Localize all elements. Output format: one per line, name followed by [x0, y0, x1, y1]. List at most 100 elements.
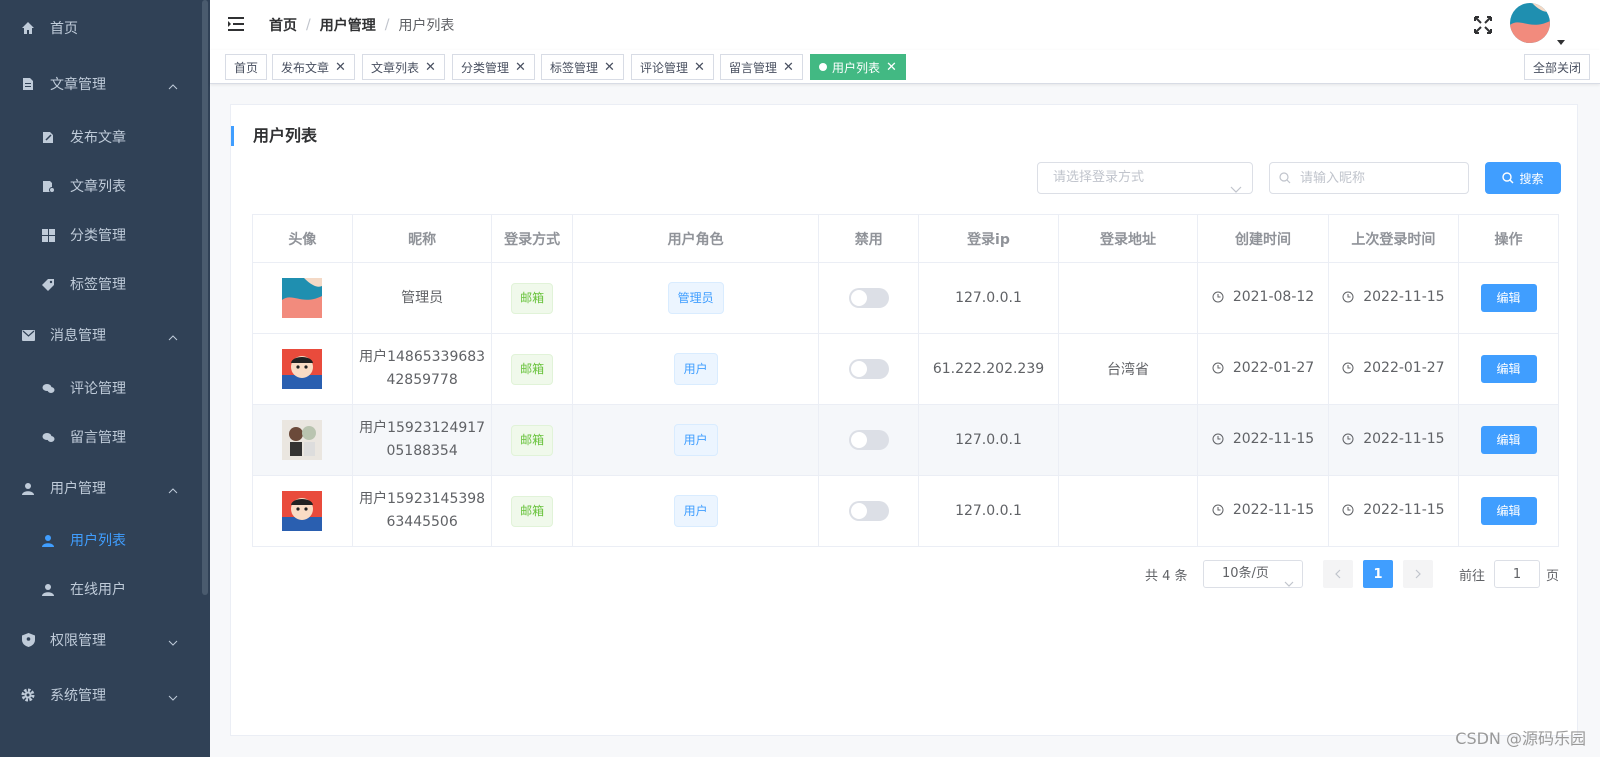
created-time: 2021-08-12: [1232, 289, 1315, 305]
chevron-down-icon: [1284, 571, 1294, 597]
tag-label: 分类管理: [461, 60, 510, 75]
login-type-select[interactable]: 请选择登录方式: [1037, 162, 1253, 194]
chevron-up-icon: [168, 329, 178, 345]
breadcrumb-item[interactable]: 用户管理: [320, 15, 376, 35]
chat-icon: [40, 429, 56, 445]
chevron-down-icon: [168, 689, 178, 705]
disable-switch[interactable]: [848, 359, 889, 379]
tag-comments[interactable]: 评论管理 ✕: [631, 54, 714, 80]
user-avatar[interactable]: [1510, 3, 1550, 43]
goto-suffix: 页: [1546, 568, 1560, 584]
nickname-search-input[interactable]: [1269, 162, 1469, 194]
page-title: 用户列表: [231, 126, 317, 146]
caret-down-icon[interactable]: [1557, 33, 1565, 49]
sidebar-item-label: 文章列表: [70, 179, 126, 195]
sidebar-item-label: 权限管理: [50, 633, 106, 649]
tag-label: 留言管理: [729, 60, 778, 75]
clock-icon: [1342, 291, 1354, 303]
edit-button[interactable]: 编辑: [1480, 284, 1537, 312]
nickname: 用户1592314539863445506: [359, 491, 486, 530]
sidebar-item-category[interactable]: 分类管理: [0, 210, 200, 260]
tags-view: 首页 发布文章 ✕ 文章列表 ✕ 分类管理 ✕ 标签管理 ✕ 评论管理 ✕ 留言管理 ✕ 用…: [210, 50, 1600, 84]
goto-page-input[interactable]: [1494, 560, 1540, 588]
tag-user-list-active[interactable]: 用户列表 ✕: [810, 54, 906, 80]
hamburger-icon[interactable]: [228, 17, 244, 35]
shield-icon: [20, 632, 36, 648]
sidebar-item-guestbook[interactable]: 留言管理: [0, 412, 200, 462]
close-all-button[interactable]: 全部关闭: [1524, 54, 1591, 80]
fullscreen-icon[interactable]: [1474, 16, 1492, 38]
tag-guestbook[interactable]: 留言管理 ✕: [720, 54, 803, 80]
breadcrumb-item-current: 用户列表: [398, 18, 455, 34]
close-icon[interactable]: ✕: [604, 60, 615, 75]
tag-category[interactable]: 分类管理 ✕: [452, 54, 535, 80]
edit-button[interactable]: 编辑: [1480, 355, 1537, 383]
clock-icon: [1342, 504, 1354, 516]
sidebar-item-article-list[interactable]: 文章列表: [0, 161, 200, 211]
login-ip: 61.222.202.239: [918, 333, 1059, 405]
close-icon[interactable]: ✕: [335, 60, 346, 75]
sidebar-item-user-list[interactable]: 用户列表: [0, 515, 200, 565]
edit-button[interactable]: 编辑: [1480, 497, 1537, 525]
sidebar-item-home[interactable]: 首页: [0, 3, 200, 53]
next-page-button[interactable]: [1403, 560, 1433, 588]
mail-icon: [20, 327, 36, 343]
column-header: 头像: [252, 214, 353, 263]
sidebar-item-comments[interactable]: 评论管理: [0, 363, 200, 413]
select-placeholder: 请选择登录方式: [1053, 170, 1145, 185]
chevron-down-icon: [168, 634, 178, 650]
login-type-tag: 邮箱: [511, 424, 554, 456]
search-button[interactable]: 搜索: [1485, 162, 1561, 194]
last-login-time: 2022-11-15: [1363, 502, 1445, 518]
tag-tags[interactable]: 标签管理 ✕: [541, 54, 624, 80]
chevron-left-icon: [1335, 569, 1341, 579]
page-number-current[interactable]: 1: [1363, 560, 1393, 588]
sidebar-item-messages[interactable]: 消息管理: [0, 310, 200, 360]
user-avatar: [282, 420, 323, 460]
user-icon: [40, 532, 56, 548]
sidebar-item-label: 留言管理: [70, 430, 126, 446]
sidebar-item-label: 首页: [50, 21, 78, 37]
login-ip: 127.0.0.1: [918, 475, 1059, 547]
tag-label: 发布文章: [281, 60, 330, 75]
sidebar-item-articles[interactable]: 文章管理: [0, 59, 200, 109]
close-icon[interactable]: ✕: [783, 60, 794, 75]
sidebar-item-users[interactable]: 用户管理: [0, 463, 200, 513]
clock-icon: [1342, 433, 1354, 445]
clock-icon: [1212, 504, 1224, 516]
disable-switch[interactable]: [848, 430, 889, 450]
breadcrumb-item[interactable]: 首页: [269, 15, 297, 35]
column-header: 操作: [1458, 214, 1559, 263]
tag-publish-article[interactable]: 发布文章 ✕: [272, 54, 355, 80]
doc-list-icon: [40, 178, 56, 194]
tag-label: 标签管理: [550, 60, 599, 75]
sidebar-item-label: 评论管理: [70, 381, 126, 397]
goto-prefix: 前往: [1459, 568, 1486, 584]
login-address: [1057, 404, 1199, 476]
sidebar-item-publish-article[interactable]: 发布文章: [0, 112, 200, 162]
navbar: 首页 / 用户管理 / 用户列表: [210, 0, 1600, 50]
sidebar-item-online-users[interactable]: 在线用户: [0, 564, 200, 614]
disable-switch[interactable]: [848, 288, 889, 308]
tag-article-list[interactable]: 文章列表 ✕: [362, 54, 445, 80]
sidebar-item-tags[interactable]: 标签管理: [0, 259, 200, 309]
edit-button[interactable]: 编辑: [1480, 426, 1537, 454]
tag-home[interactable]: 首页: [225, 54, 268, 80]
sidebar-item-permissions[interactable]: 权限管理: [0, 615, 200, 665]
role-tag: 用户: [673, 424, 718, 456]
disable-switch[interactable]: [848, 501, 889, 521]
sidebar-item-system[interactable]: 系统管理: [0, 670, 200, 720]
sidebar-scrollbar[interactable]: [202, 0, 208, 595]
close-icon[interactable]: ✕: [694, 60, 705, 75]
close-icon[interactable]: ✕: [425, 60, 436, 75]
chat-icon: [40, 380, 56, 396]
user-avatar: [282, 491, 323, 531]
prev-page-button[interactable]: [1323, 560, 1353, 588]
login-ip: 127.0.0.1: [918, 262, 1059, 334]
close-icon[interactable]: ✕: [515, 60, 526, 75]
page-size-select[interactable]: 10条/页: [1203, 560, 1303, 588]
sidebar-item-label: 用户列表: [70, 533, 126, 549]
close-icon[interactable]: ✕: [886, 60, 897, 75]
sidebar-item-label: 在线用户: [70, 582, 126, 598]
sidebar-item-label: 发布文章: [70, 130, 126, 146]
